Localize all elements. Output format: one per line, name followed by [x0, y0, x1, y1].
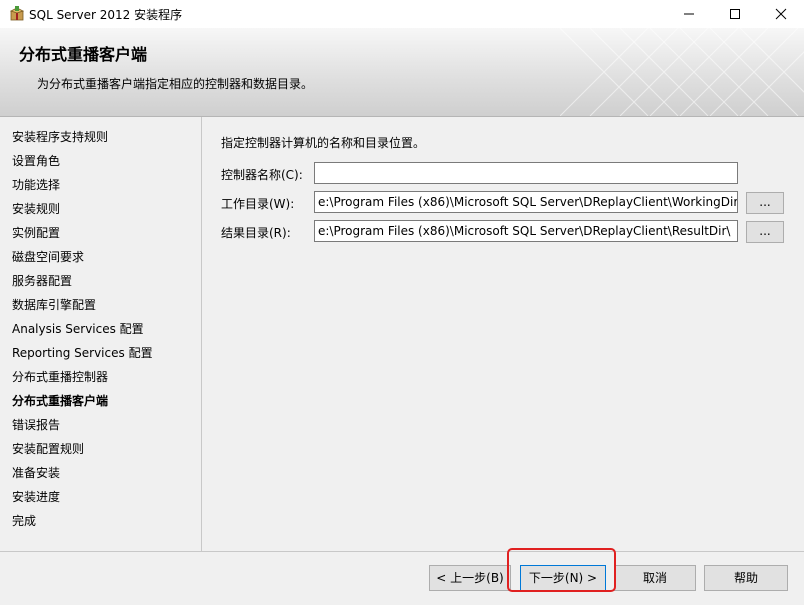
step-item[interactable]: 完成 — [12, 512, 36, 529]
working-dir-label: 工作目录(W): — [221, 197, 295, 211]
step-item[interactable]: 功能选择 — [12, 176, 60, 193]
step-item[interactable]: 安装程序支持规则 — [12, 128, 108, 145]
title-bar: SQL Server 2012 安装程序 — [0, 0, 804, 28]
working-dir-browse-button[interactable]: ... — [746, 192, 784, 214]
cancel-button[interactable]: 取消 — [614, 565, 696, 591]
button-bar: < 上一步(B) 下一步(N) > 取消 帮助 — [0, 551, 804, 605]
page-title: 分布式重播客户端 — [19, 45, 148, 64]
step-item[interactable]: 准备安装 — [12, 464, 60, 481]
step-item[interactable]: 安装进度 — [12, 488, 60, 505]
setup-box-icon — [9, 6, 25, 21]
step-item[interactable]: Analysis Services 配置 — [12, 320, 144, 337]
step-item[interactable]: 设置角色 — [12, 152, 60, 169]
header-decoration — [560, 28, 804, 116]
step-item[interactable]: 实例配置 — [12, 224, 60, 241]
working-dir-input[interactable]: e:\Program Files (x86)\Microsoft SQL Ser… — [314, 191, 738, 213]
next-button[interactable]: 下一步(N) > — [520, 565, 606, 591]
step-item[interactable]: 磁盘空间要求 — [12, 248, 84, 265]
close-icon — [775, 8, 787, 20]
window-title: SQL Server 2012 安装程序 — [29, 8, 183, 22]
page-subtitle: 为分布式重播客户端指定相应的控制器和数据目录。 — [37, 77, 314, 91]
maximize-button[interactable] — [712, 0, 758, 28]
step-item[interactable]: 安装规则 — [12, 200, 60, 217]
result-dir-input[interactable]: e:\Program Files (x86)\Microsoft SQL Ser… — [314, 220, 738, 242]
controller-name-label: 控制器名称(C): — [221, 168, 303, 182]
step-item[interactable]: 安装配置规则 — [12, 440, 84, 457]
page-header: 分布式重播客户端 为分布式重播客户端指定相应的控制器和数据目录。 — [0, 28, 804, 117]
step-item[interactable]: 服务器配置 — [12, 272, 72, 289]
step-item[interactable]: 数据库引擎配置 — [12, 296, 96, 313]
result-dir-browse-button[interactable]: ... — [746, 221, 784, 243]
step-item[interactable]: 错误报告 — [12, 416, 60, 433]
step-item-current[interactable]: 分布式重播客户端 — [12, 392, 108, 409]
intro-text: 指定控制器计算机的名称和目录位置。 — [221, 136, 426, 150]
minimize-button[interactable] — [666, 0, 712, 28]
close-button[interactable] — [758, 0, 804, 28]
maximize-icon — [730, 9, 740, 19]
step-item[interactable]: Reporting Services 配置 — [12, 344, 153, 361]
result-dir-label: 结果目录(R): — [221, 226, 291, 240]
minimize-icon — [684, 13, 694, 15]
help-button[interactable]: 帮助 — [704, 565, 788, 591]
step-item[interactable]: 分布式重播控制器 — [12, 368, 108, 385]
controller-name-input[interactable] — [314, 162, 738, 184]
steps-sidebar: 安装程序支持规则 设置角色 功能选择 安装规则 实例配置 磁盘空间要求 服务器配… — [0, 117, 202, 551]
back-button[interactable]: < 上一步(B) — [429, 565, 511, 591]
main-panel: 指定控制器计算机的名称和目录位置。 控制器名称(C): 工作目录(W): e:\… — [202, 117, 804, 551]
